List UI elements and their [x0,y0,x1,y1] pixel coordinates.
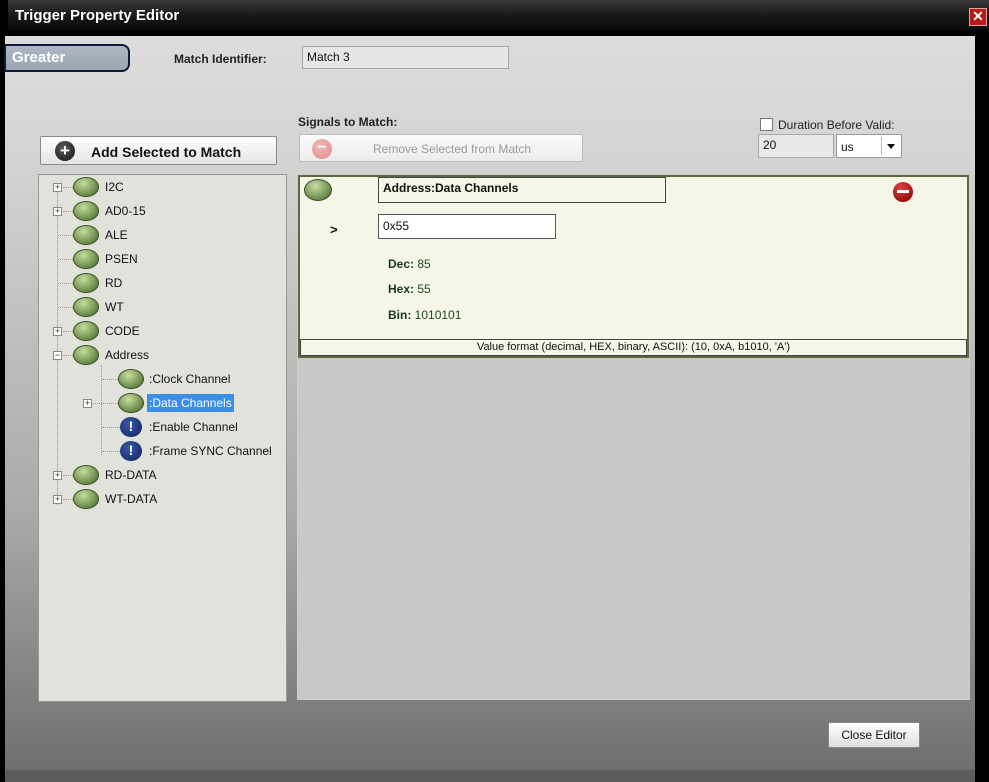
duration-before-valid-label: Duration Before Valid: [778,118,895,132]
tree-connector [93,403,118,404]
expand-icon[interactable]: + [53,327,62,336]
mode-tab[interactable]: Greater [4,44,130,72]
signal-led-icon [73,489,99,509]
signal-led-icon [73,249,99,269]
tree-item-address[interactable]: Address [105,348,149,362]
expand-icon[interactable]: + [53,207,62,216]
tree-item-i2c[interactable]: I2C [105,180,124,194]
hex-label: Hex: [388,282,415,296]
window-title: Trigger Property Editor [15,7,180,24]
tree-item-rd-data[interactable]: RD-DATA [105,468,157,482]
tree-connector [63,355,73,356]
tree-item-wt[interactable]: WT [105,300,124,314]
signal-led-icon [73,345,99,365]
duration-unit-value: us [841,140,854,154]
remove-signal-icon[interactable] [893,182,913,202]
operator-symbol[interactable]: > [330,222,338,237]
dec-value: 85 [417,257,431,271]
signals-to-match-label: Signals to Match: [298,115,398,129]
signal-led-icon [73,225,99,245]
tree-item-data-channels[interactable]: :Data Channels [147,394,234,412]
match-card[interactable]: Address:Data Channels > 0x55 Dec: 85 Hex… [298,175,969,358]
warning-icon: ! [120,441,142,461]
tree-item-ale[interactable]: ALE [105,228,128,242]
dec-label: Dec: [388,257,415,271]
match-identifier-label: Match Identifier: [174,52,267,66]
add-selected-label: Add Selected to Match [91,144,242,160]
tree-connector [58,307,73,308]
bin-readout: Bin: 1010101 [388,308,461,322]
bottom-strip [5,770,975,782]
expand-icon[interactable]: + [53,495,62,504]
signal-led-icon [304,179,332,201]
expand-icon[interactable]: + [53,471,62,480]
tree-connector [63,475,73,476]
title-bar: Trigger Property Editor ✕ [8,0,989,30]
close-window-button[interactable]: ✕ [969,8,987,26]
add-selected-to-match-button[interactable]: + Add Selected to Match [40,136,277,165]
signal-led-icon [118,393,144,413]
match-signal-name: Address:Data Channels [378,177,666,203]
bin-value: 1010101 [414,308,462,322]
close-editor-button[interactable]: Close Editor [828,722,920,748]
tree-item-code[interactable]: CODE [105,324,140,338]
tree-connector [63,499,73,500]
minus-icon: − [312,139,332,159]
signal-led-icon [73,321,99,341]
duration-unit-select[interactable]: us [836,134,902,158]
tree-item-clock-channel[interactable]: :Clock Channel [149,372,230,386]
match-identifier-input[interactable]: Match 3 [302,46,509,69]
collapse-icon[interactable]: − [53,351,62,360]
signal-led-icon [73,297,99,317]
tree-connector [58,283,73,284]
hex-value: 55 [417,282,431,296]
remove-selected-label: Remove Selected from Match [373,142,532,156]
tree-connector [58,259,73,260]
tree-item-wt-data[interactable]: WT-DATA [105,492,157,506]
duration-before-valid-checkbox[interactable] [760,118,773,131]
hex-readout: Hex: 55 [388,282,431,296]
bin-label: Bin: [388,308,412,322]
signal-led-icon [73,273,99,293]
tree-connector [102,451,120,452]
tree-connector [58,235,73,236]
signal-led-icon [73,201,99,221]
signal-led-icon [73,177,99,197]
signal-tree[interactable]: + I2C + AD0-15 ALE PSEN RD WT + CODE − A… [38,174,287,702]
remove-selected-from-match-button[interactable]: − Remove Selected from Match [299,134,583,162]
tree-item-enable-channel[interactable]: :Enable Channel [149,420,238,434]
match-value-input[interactable]: 0x55 [378,214,556,239]
warning-icon: ! [120,417,142,437]
tree-item-ad0-15[interactable]: AD0-15 [105,204,146,218]
expand-icon[interactable]: + [53,183,62,192]
tree-connector [102,427,120,428]
signal-led-icon [118,369,144,389]
tree-item-psen[interactable]: PSEN [105,252,138,266]
duration-value-input[interactable]: 20 [758,134,834,158]
expand-icon[interactable]: + [83,399,92,408]
dec-readout: Dec: 85 [388,257,431,271]
tree-guide-line [57,185,58,505]
tree-connector [63,187,73,188]
tree-item-frame-sync-channel[interactable]: :Frame SYNC Channel [149,444,272,458]
tree-item-rd[interactable]: RD [105,276,122,290]
tree-connector [102,379,118,380]
signal-led-icon [73,465,99,485]
chevron-down-icon[interactable] [881,137,899,155]
plus-icon: + [55,141,75,161]
tree-connector [63,331,73,332]
value-format-hint: Value format (decimal, HEX, binary, ASCI… [300,339,967,356]
tree-connector [63,211,73,212]
